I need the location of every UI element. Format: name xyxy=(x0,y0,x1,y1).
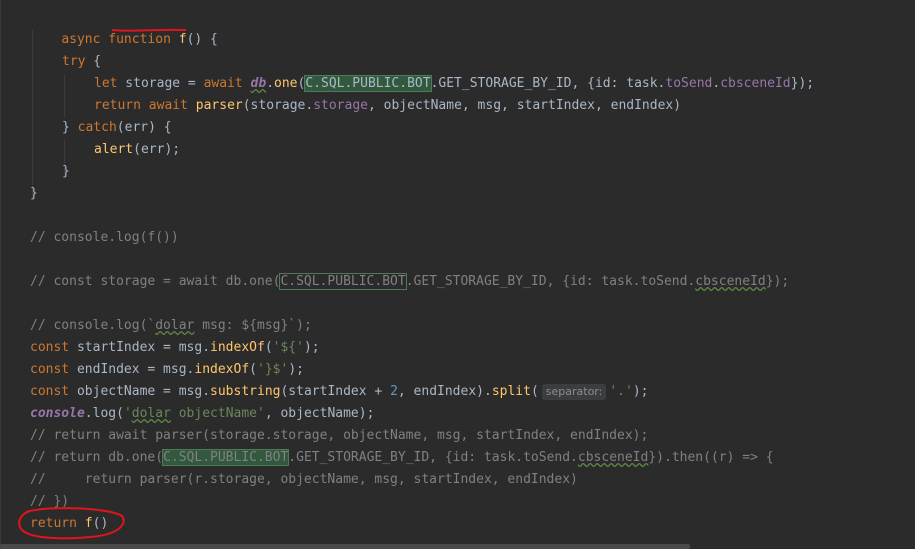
code-line-21[interactable]: // return db.one(C.SQL.PUBLIC.BOT.GET_ST… xyxy=(30,447,774,469)
code-line-11[interactable]: // console.log(f()) xyxy=(30,227,179,249)
code-line-24[interactable]: return f() xyxy=(30,513,108,535)
code-line-18[interactable]: const objectName = msg.substring(startIn… xyxy=(30,381,649,403)
code-line-13[interactable]: // const storage = await db.one(C.SQL.PU… xyxy=(30,271,789,293)
code-line-5[interactable]: return await parser(storage.storage, obj… xyxy=(94,95,681,117)
code-line-19[interactable]: console.log('dolar objectName', objectNa… xyxy=(30,403,374,425)
gutter-edge xyxy=(0,0,1,549)
code-line-9[interactable]: } xyxy=(30,183,38,205)
code-editor[interactable]: async function f() { try { let storage =… xyxy=(0,0,915,549)
code-line-6[interactable]: } catch(err) { xyxy=(62,117,172,139)
code-line-3[interactable]: try { xyxy=(62,51,101,73)
parameter-hint: separator: xyxy=(541,384,607,400)
code-line-16[interactable]: const startIndex = msg.indexOf('${'); xyxy=(30,337,320,359)
code-line-17[interactable]: const endIndex = msg.indexOf('}$'); xyxy=(30,359,304,381)
code-line-15[interactable]: // console.log(`dolar msg: ${msg}`); xyxy=(30,315,312,337)
code-line-4[interactable]: let storage = await db.one(C.SQL.PUBLIC.… xyxy=(94,73,814,95)
code-line-22[interactable]: // return parser(r.storage, objectName, … xyxy=(30,469,578,491)
code-line-8[interactable]: } xyxy=(62,161,70,183)
horizontal-scrollbar[interactable] xyxy=(0,544,690,549)
code-line-1[interactable]: async function f() { xyxy=(30,7,218,47)
code-line-20[interactable]: // return await parser(storage.storage, … xyxy=(30,425,648,447)
code-line-7[interactable]: alert(err); xyxy=(94,139,180,161)
indent-guide xyxy=(64,74,65,118)
code-line-23[interactable]: // }) xyxy=(30,491,69,513)
